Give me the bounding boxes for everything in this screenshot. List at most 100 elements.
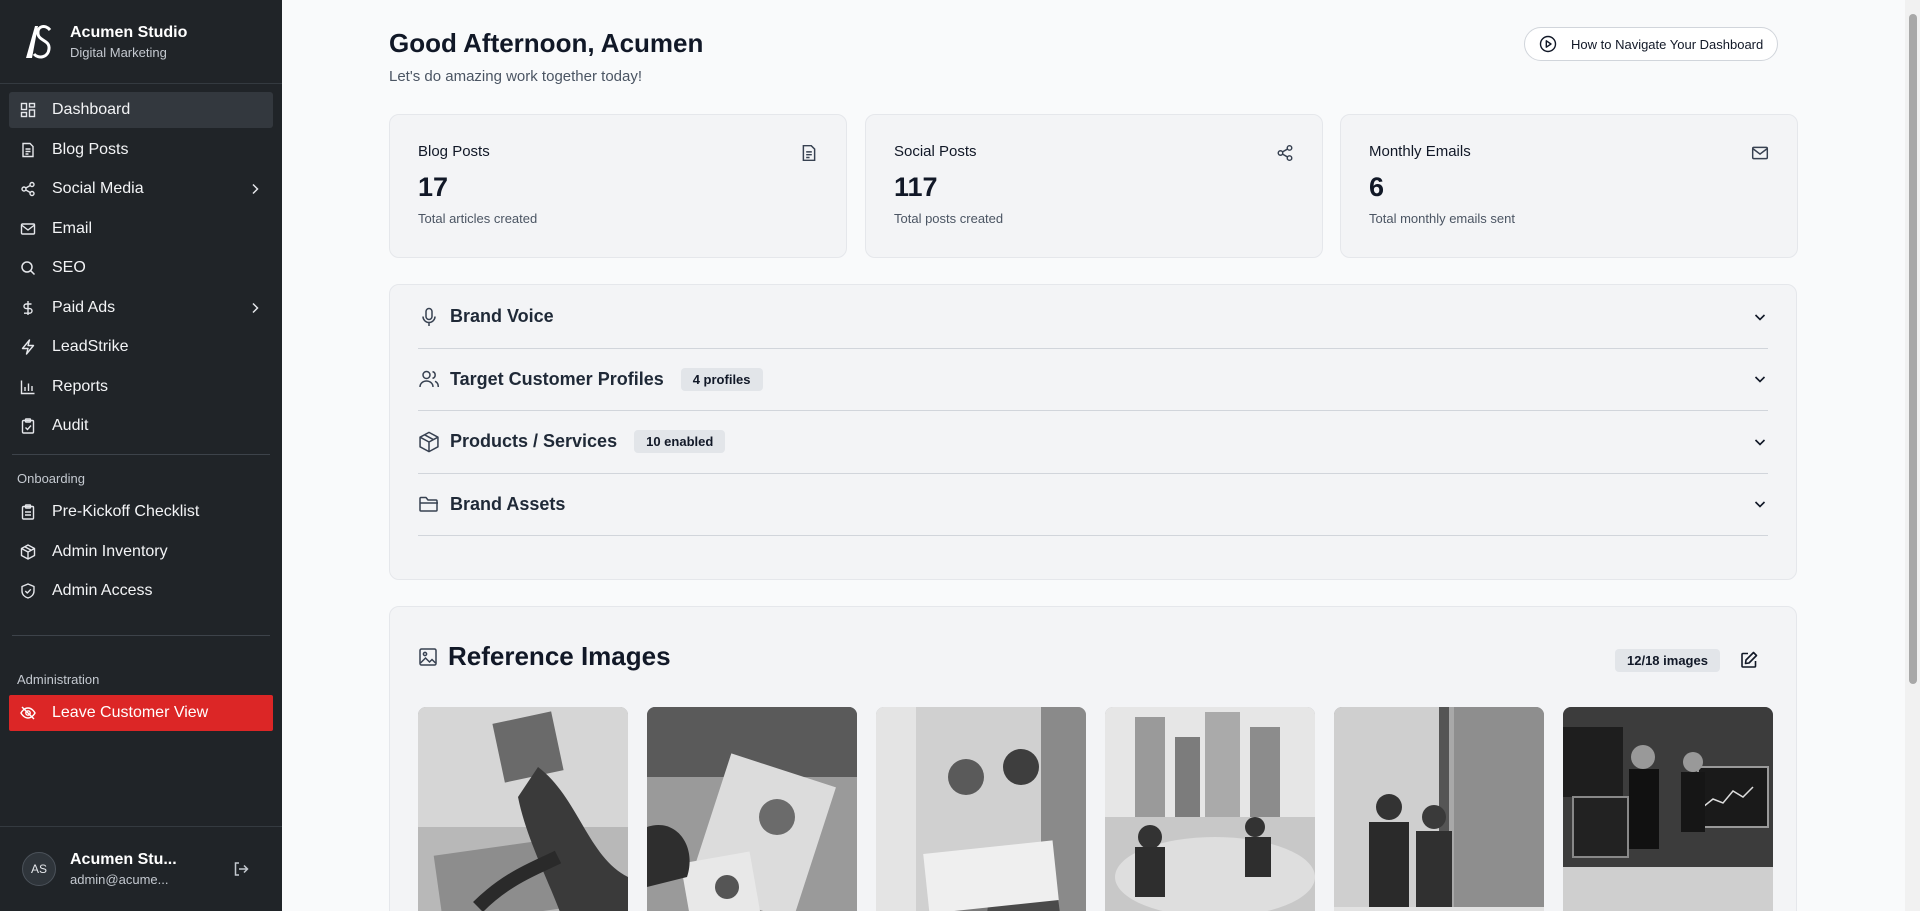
lightning-icon [19,338,37,356]
user-email: admin@acume... [70,872,169,887]
reference-images-grid [418,707,1773,911]
page-scrollbar[interactable] [1905,0,1920,911]
accordion-brand-voice[interactable]: Brand Voice [418,286,1768,349]
accordion-title: Target Customer Profiles [450,368,664,389]
reference-image[interactable] [1334,707,1544,911]
page-title: Good Afternoon, Acumen [389,28,704,58]
bar-chart-icon [19,378,37,396]
sidebar-item-admin-access[interactable]: Admin Access [9,573,273,609]
sidebar-item-label: Dashboard [52,101,131,118]
sidebar-item-email[interactable]: Email [9,211,273,247]
reference-image[interactable] [1105,707,1315,911]
sidebar-item-audit[interactable]: Audit [9,408,273,444]
main-content: Good Afternoon, Acumen Let's do amazing … [282,0,1920,911]
reference-image[interactable] [1563,707,1773,911]
brand-header[interactable]: Acumen Studio Digital Marketing [0,0,282,84]
sidebar-item-paid-ads[interactable]: Paid Ads [9,290,273,326]
clipboard-check-icon [19,417,37,435]
eye-off-icon [19,704,37,722]
box-icon [418,431,440,453]
avatar: AS [22,852,56,886]
document-icon [800,144,818,162]
image-icon [418,647,438,667]
clipboard-icon [19,503,37,521]
stat-card-monthly-emails[interactable]: Monthly Emails 6 Total monthly emails se… [1340,114,1798,258]
user-profile[interactable]: AS Acumen Stu... admin@acume... [0,826,282,911]
share-icon [1276,144,1294,162]
chevron-down-icon [1752,309,1768,325]
sidebar-item-label: Email [52,219,93,237]
play-circle-icon [1539,35,1557,53]
accordion-brand-assets[interactable]: Brand Assets [418,474,1768,536]
stat-card-social-posts[interactable]: Social Posts 117 Total posts created [865,114,1323,258]
sidebar-divider [12,635,270,636]
leave-customer-view-label: Leave Customer View [52,704,209,721]
chevron-down-icon [1752,371,1768,387]
main-nav: Dashboard Blog Posts Social Media Email [0,84,282,731]
brand-settings-accordion: Brand Voice Target Customer Profiles 4 p… [389,284,1797,580]
reference-image[interactable] [647,707,857,911]
reference-images-section: Reference Images 12/18 images [389,606,1797,911]
sidebar-item-dashboard[interactable]: Dashboard [9,92,273,128]
accordion-products-services[interactable]: Products / Services 10 enabled [418,411,1768,474]
reference-image[interactable] [876,707,1086,911]
accordion-target-customer-profiles[interactable]: Target Customer Profiles 4 profiles [418,349,1768,411]
user-name: Acumen Stu... [70,851,177,868]
mail-icon [19,220,37,238]
sidebar-divider [12,454,270,455]
sidebar-item-label: Pre-Kickoff Checklist [52,503,200,520]
sidebar-item-label: SEO [52,259,86,276]
stat-description: Total monthly emails sent [1369,211,1515,226]
edit-icon[interactable] [1739,650,1759,670]
administration-section-label: Administration [17,672,100,687]
page-subtitle: Let's do amazing work together today! [389,68,643,85]
microphone-icon [418,306,440,328]
reference-image[interactable] [418,707,628,911]
sidebar-item-social-media[interactable]: Social Media [9,171,273,207]
share-icon [19,180,37,198]
reference-images-title: Reference Images [448,641,671,671]
sidebar-item-label: Audit [52,417,89,434]
brand-logo [20,20,56,64]
users-icon [418,368,440,390]
how-to-navigate-button[interactable]: How to Navigate Your Dashboard [1524,27,1779,61]
dashboard-icon [19,101,37,119]
scrollbar-thumb[interactable] [1909,14,1917,684]
stat-value: 117 [894,172,938,202]
sidebar-item-admin-inventory[interactable]: Admin Inventory [9,534,273,570]
accordion-title: Products / Services [450,431,618,452]
dollar-icon [19,299,37,317]
brand-subtitle: Digital Marketing [70,44,167,60]
sidebar-item-pre-kickoff-checklist[interactable]: Pre-Kickoff Checklist [9,494,273,530]
accordion-title: Brand Assets [450,493,566,514]
stat-title: Monthly Emails [1369,143,1471,160]
image-count-badge: 12/18 images [1615,649,1720,672]
mail-icon [1751,144,1769,162]
leave-customer-view-button[interactable]: Leave Customer View [9,695,273,731]
logout-icon[interactable] [232,860,250,878]
accordion-title: Brand Voice [450,306,554,327]
sidebar-item-blog-posts[interactable]: Blog Posts [9,132,273,168]
stat-title: Blog Posts [418,143,490,160]
stat-title: Social Posts [894,143,977,160]
search-icon [19,259,37,277]
shield-check-icon [19,582,37,600]
sidebar-item-leadstrike[interactable]: LeadStrike [9,329,273,365]
sidebar-item-seo[interactable]: SEO [9,250,273,286]
chevron-down-icon [1752,434,1768,450]
chevron-down-icon [1752,496,1768,512]
chevron-right-icon [247,300,263,316]
stat-description: Total posts created [894,211,1004,226]
sidebar-item-label: Reports [52,377,109,395]
sidebar-item-label: Paid Ads [52,298,116,316]
stat-value: 6 [1369,172,1385,202]
brand-name: Acumen Studio [70,23,188,41]
stat-value: 17 [418,172,449,202]
sidebar-item-reports[interactable]: Reports [9,369,273,405]
how-to-navigate-label: How to Navigate Your Dashboard [1571,36,1764,52]
sidebar: Acumen Studio Digital Marketing Dashboar… [0,0,282,911]
folder-icon [418,493,440,515]
stat-card-blog-posts[interactable]: Blog Posts 17 Total articles created [389,114,847,258]
onboarding-section-label: Onboarding [17,471,85,486]
sidebar-item-label: Blog Posts [52,140,129,158]
